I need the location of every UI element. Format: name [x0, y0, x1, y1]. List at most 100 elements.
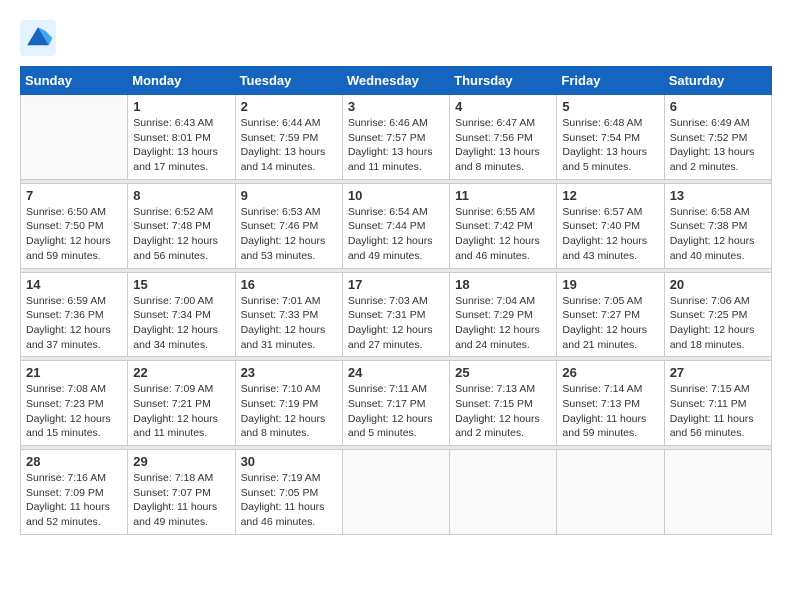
day-info: Sunrise: 6:44 AM Sunset: 7:59 PM Dayligh…	[241, 116, 337, 175]
day-number: 22	[133, 365, 229, 380]
day-info: Sunrise: 6:54 AM Sunset: 7:44 PM Dayligh…	[348, 205, 444, 264]
day-number: 11	[455, 188, 551, 203]
header-thursday: Thursday	[450, 67, 557, 95]
day-number: 15	[133, 277, 229, 292]
day-info: Sunrise: 6:58 AM Sunset: 7:38 PM Dayligh…	[670, 205, 766, 264]
day-info: Sunrise: 7:13 AM Sunset: 7:15 PM Dayligh…	[455, 382, 551, 441]
day-number: 13	[670, 188, 766, 203]
day-info: Sunrise: 7:08 AM Sunset: 7:23 PM Dayligh…	[26, 382, 122, 441]
calendar-cell: 18 Sunrise: 7:04 AM Sunset: 7:29 PM Dayli…	[450, 272, 557, 357]
day-info: Sunrise: 7:06 AM Sunset: 7:25 PM Dayligh…	[670, 294, 766, 353]
day-number: 26	[562, 365, 658, 380]
day-info: Sunrise: 6:46 AM Sunset: 7:57 PM Dayligh…	[348, 116, 444, 175]
day-info: Sunrise: 6:53 AM Sunset: 7:46 PM Dayligh…	[241, 205, 337, 264]
calendar-cell: 11 Sunrise: 6:55 AM Sunset: 7:42 PM Dayli…	[450, 183, 557, 268]
day-number: 6	[670, 99, 766, 114]
calendar-cell: 5 Sunrise: 6:48 AM Sunset: 7:54 PM Daylig…	[557, 95, 664, 180]
day-info: Sunrise: 6:59 AM Sunset: 7:36 PM Dayligh…	[26, 294, 122, 353]
day-info: Sunrise: 6:48 AM Sunset: 7:54 PM Dayligh…	[562, 116, 658, 175]
header-tuesday: Tuesday	[235, 67, 342, 95]
calendar-week-4: 21 Sunrise: 7:08 AM Sunset: 7:23 PM Dayli…	[21, 361, 772, 446]
calendar-cell: 14 Sunrise: 6:59 AM Sunset: 7:36 PM Dayli…	[21, 272, 128, 357]
day-info: Sunrise: 6:55 AM Sunset: 7:42 PM Dayligh…	[455, 205, 551, 264]
day-info: Sunrise: 7:18 AM Sunset: 7:07 PM Dayligh…	[133, 471, 229, 530]
calendar-cell: 4 Sunrise: 6:47 AM Sunset: 7:56 PM Daylig…	[450, 95, 557, 180]
day-number: 30	[241, 454, 337, 469]
day-number: 12	[562, 188, 658, 203]
calendar-header-row: SundayMondayTuesdayWednesdayThursdayFrid…	[21, 67, 772, 95]
day-number: 24	[348, 365, 444, 380]
calendar-week-5: 28 Sunrise: 7:16 AM Sunset: 7:09 PM Dayli…	[21, 450, 772, 535]
header-monday: Monday	[128, 67, 235, 95]
day-info: Sunrise: 7:09 AM Sunset: 7:21 PM Dayligh…	[133, 382, 229, 441]
day-info: Sunrise: 7:05 AM Sunset: 7:27 PM Dayligh…	[562, 294, 658, 353]
header-sunday: Sunday	[21, 67, 128, 95]
calendar-cell: 17Sunrise: 7:03 AM Sunset: 7:31 PM Dayli…	[342, 272, 449, 357]
calendar-cell: 20 Sunrise: 7:06 AM Sunset: 7:25 PM Dayli…	[664, 272, 771, 357]
calendar-cell: 8Sunrise: 6:52 AM Sunset: 7:48 PM Daylig…	[128, 183, 235, 268]
day-info: Sunrise: 7:16 AM Sunset: 7:09 PM Dayligh…	[26, 471, 122, 530]
calendar-cell: 24 Sunrise: 7:11 AM Sunset: 7:17 PM Dayli…	[342, 361, 449, 446]
calendar-cell: 28 Sunrise: 7:16 AM Sunset: 7:09 PM Dayli…	[21, 450, 128, 535]
calendar-cell: 19Sunrise: 7:05 AM Sunset: 7:27 PM Dayli…	[557, 272, 664, 357]
calendar-cell: 22 Sunrise: 7:09 AM Sunset: 7:21 PM Dayli…	[128, 361, 235, 446]
header-wednesday: Wednesday	[342, 67, 449, 95]
calendar-cell: 3 Sunrise: 6:46 AM Sunset: 7:57 PM Daylig…	[342, 95, 449, 180]
day-number: 28	[26, 454, 122, 469]
day-number: 9	[241, 188, 337, 203]
day-info: Sunrise: 7:14 AM Sunset: 7:13 PM Dayligh…	[562, 382, 658, 441]
page-header	[20, 20, 772, 56]
calendar-cell: 6 Sunrise: 6:49 AM Sunset: 7:52 PM Daylig…	[664, 95, 771, 180]
day-number: 8	[133, 188, 229, 203]
day-number: 21	[26, 365, 122, 380]
day-number: 16	[241, 277, 337, 292]
day-info: Sunrise: 6:50 AM Sunset: 7:50 PM Dayligh…	[26, 205, 122, 264]
calendar-cell: 21 Sunrise: 7:08 AM Sunset: 7:23 PM Dayli…	[21, 361, 128, 446]
calendar-cell	[450, 450, 557, 535]
day-number: 25	[455, 365, 551, 380]
day-info: Sunrise: 6:49 AM Sunset: 7:52 PM Dayligh…	[670, 116, 766, 175]
calendar-cell: 12 Sunrise: 6:57 AM Sunset: 7:40 PM Dayli…	[557, 183, 664, 268]
day-info: Sunrise: 7:04 AM Sunset: 7:29 PM Dayligh…	[455, 294, 551, 353]
day-info: Sunrise: 7:00 AM Sunset: 7:34 PM Dayligh…	[133, 294, 229, 353]
calendar-cell: 9 Sunrise: 6:53 AM Sunset: 7:46 PM Daylig…	[235, 183, 342, 268]
header-saturday: Saturday	[664, 67, 771, 95]
day-info: Sunrise: 7:01 AM Sunset: 7:33 PM Dayligh…	[241, 294, 337, 353]
calendar-cell	[557, 450, 664, 535]
calendar-week-2: 7 Sunrise: 6:50 AM Sunset: 7:50 PM Daylig…	[21, 183, 772, 268]
day-info: Sunrise: 7:10 AM Sunset: 7:19 PM Dayligh…	[241, 382, 337, 441]
day-number: 7	[26, 188, 122, 203]
day-number: 18	[455, 277, 551, 292]
calendar-cell	[342, 450, 449, 535]
day-number: 1	[133, 99, 229, 114]
calendar-cell: 10 Sunrise: 6:54 AM Sunset: 7:44 PM Dayli…	[342, 183, 449, 268]
day-number: 10	[348, 188, 444, 203]
calendar-cell: 25 Sunrise: 7:13 AM Sunset: 7:15 PM Dayli…	[450, 361, 557, 446]
day-info: Sunrise: 7:11 AM Sunset: 7:17 PM Dayligh…	[348, 382, 444, 441]
calendar-cell: 15 Sunrise: 7:00 AM Sunset: 7:34 PM Dayli…	[128, 272, 235, 357]
day-number: 29	[133, 454, 229, 469]
calendar-week-1: 1Sunrise: 6:43 AM Sunset: 8:01 PM Daylig…	[21, 95, 772, 180]
calendar-table: SundayMondayTuesdayWednesdayThursdayFrid…	[20, 66, 772, 535]
calendar-cell: 26 Sunrise: 7:14 AM Sunset: 7:13 PM Dayli…	[557, 361, 664, 446]
logo-icon	[20, 20, 56, 56]
day-number: 5	[562, 99, 658, 114]
day-number: 2	[241, 99, 337, 114]
calendar-cell: 27Sunrise: 7:15 AM Sunset: 7:11 PM Dayli…	[664, 361, 771, 446]
day-number: 4	[455, 99, 551, 114]
header-friday: Friday	[557, 67, 664, 95]
calendar-cell: 16 Sunrise: 7:01 AM Sunset: 7:33 PM Dayli…	[235, 272, 342, 357]
day-info: Sunrise: 6:47 AM Sunset: 7:56 PM Dayligh…	[455, 116, 551, 175]
calendar-cell	[664, 450, 771, 535]
day-number: 14	[26, 277, 122, 292]
calendar-week-3: 14 Sunrise: 6:59 AM Sunset: 7:36 PM Dayli…	[21, 272, 772, 357]
calendar-cell: 13 Sunrise: 6:58 AM Sunset: 7:38 PM Dayli…	[664, 183, 771, 268]
calendar-cell	[21, 95, 128, 180]
day-number: 20	[670, 277, 766, 292]
day-info: Sunrise: 7:19 AM Sunset: 7:05 PM Dayligh…	[241, 471, 337, 530]
calendar-cell: 1Sunrise: 6:43 AM Sunset: 8:01 PM Daylig…	[128, 95, 235, 180]
calendar-cell: 29 Sunrise: 7:18 AM Sunset: 7:07 PM Dayli…	[128, 450, 235, 535]
day-number: 3	[348, 99, 444, 114]
day-info: Sunrise: 6:57 AM Sunset: 7:40 PM Dayligh…	[562, 205, 658, 264]
calendar-cell: 7 Sunrise: 6:50 AM Sunset: 7:50 PM Daylig…	[21, 183, 128, 268]
